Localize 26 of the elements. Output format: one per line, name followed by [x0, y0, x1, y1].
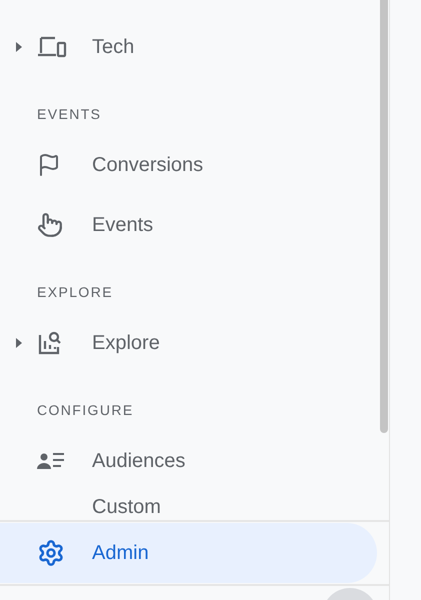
- expand-caret-icon[interactable]: [14, 41, 22, 53]
- nav-item[interactable]: Events: [0, 195, 367, 255]
- nav-item[interactable]: Tech: [0, 17, 367, 77]
- audience-list-icon: [37, 451, 65, 471]
- nav-item[interactable]: Custom: [0, 491, 367, 520]
- scrollbar-thumb[interactable]: [380, 0, 388, 433]
- flag-icon: [37, 153, 61, 177]
- admin-item[interactable]: Admin: [0, 523, 377, 583]
- nav-item[interactable]: Explore: [0, 313, 367, 373]
- nav-item[interactable]: Conversions: [0, 135, 367, 195]
- chart-search-icon: [37, 330, 63, 356]
- settings-icon: [37, 539, 65, 567]
- section-heading: CONFIGURE: [37, 402, 134, 418]
- nav-label: Custom: [92, 495, 161, 519]
- nav-label: Events: [92, 213, 154, 237]
- expand-caret-icon[interactable]: [14, 337, 22, 349]
- touch-icon: [37, 212, 63, 238]
- nav-label: Audiences: [92, 449, 186, 473]
- nav-label: Tech: [92, 35, 134, 59]
- nav-item[interactable]: Audiences: [0, 431, 367, 491]
- nav-label: Explore: [92, 331, 160, 355]
- section-heading: EVENTS: [37, 106, 102, 122]
- section-heading: EXPLORE: [37, 284, 113, 300]
- laptop-phone-icon: [37, 35, 67, 59]
- nav-label: Conversions: [92, 153, 204, 177]
- nav-label: Admin: [92, 541, 149, 565]
